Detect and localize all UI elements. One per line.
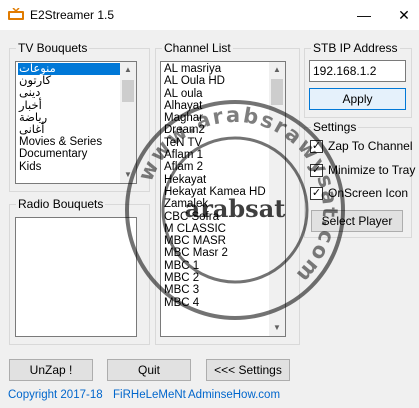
tv-bouquet-item[interactable]: رياضة xyxy=(18,112,120,124)
channel-item[interactable]: MBC 2 xyxy=(163,272,269,284)
tv-bouquet-item[interactable]: Documentary xyxy=(18,148,120,160)
channel-item[interactable]: Aflam 2 xyxy=(163,161,269,173)
channel-item[interactable]: Dream2 xyxy=(163,124,269,136)
onscreen-icon-checkbox[interactable]: ✓ OnScreen Icon xyxy=(310,186,410,202)
settings-label: Settings xyxy=(311,120,359,134)
close-button[interactable]: ✕ xyxy=(389,0,419,30)
tv-bouquet-item[interactable]: أغانى xyxy=(18,124,120,136)
channel-item[interactable]: MBC 3 xyxy=(163,284,269,296)
quit-button[interactable]: Quit xyxy=(107,359,191,381)
channel-item[interactable]: Zamalek xyxy=(163,198,269,210)
check-icon[interactable]: ✓ xyxy=(310,140,323,153)
stb-ip-label: STB IP Address xyxy=(311,41,400,55)
author-link[interactable]: FiRHeLeMeNt xyxy=(113,389,186,401)
tv-bouquet-item[interactable]: دينى xyxy=(18,87,120,99)
check-icon[interactable]: ✓ xyxy=(310,187,323,200)
channel-item[interactable]: MBC 1 xyxy=(163,260,269,272)
site-link[interactable]: AdminseHow.com xyxy=(188,389,280,401)
channel-item[interactable]: MBC MASR xyxy=(163,235,269,247)
channel-item[interactable]: Hekayat Kamea HD xyxy=(163,186,269,198)
select-player-button[interactable]: Select Player xyxy=(311,210,403,232)
tv-bouquet-item[interactable]: منوعات xyxy=(18,63,120,76)
minimize-button[interactable]: — xyxy=(349,0,379,30)
channel-item[interactable]: M CLASSIC xyxy=(163,223,269,235)
radio-bouquets-label: Radio Bouquets xyxy=(16,197,106,211)
tv-bouquets-list[interactable]: منوعات كارتون دينى أخبار رياضة أغانى Movies & … xyxy=(15,61,137,184)
minimize-to-tray-checkbox[interactable]: ✓ Minimize to Tray xyxy=(310,163,415,179)
channel-item[interactable]: Maghar xyxy=(163,112,269,124)
channel-item[interactable]: Hekayat xyxy=(163,174,269,186)
scroll-up-icon[interactable]: ▲ xyxy=(120,62,136,78)
tv-bouquets-label: TV Bouquets xyxy=(16,41,90,55)
check-icon[interactable]: ✓ xyxy=(310,164,323,177)
channel-list[interactable]: AL masriya AL Oula HD AL oula Alhayat Maghar… xyxy=(160,61,286,337)
tv-bouquet-item[interactable]: Kids xyxy=(18,161,120,173)
channel-item[interactable]: AL Oula HD xyxy=(163,75,269,87)
channel-item[interactable]: CBC Sofra xyxy=(163,211,269,223)
apply-button[interactable]: Apply xyxy=(309,88,406,110)
channel-item[interactable]: Alhayat xyxy=(163,100,269,112)
stb-ip-input[interactable]: 192.168.1.2 xyxy=(309,60,406,82)
channel-item[interactable]: TeN TV xyxy=(163,137,269,149)
channel-item[interactable]: MBC Masr 2 xyxy=(163,247,269,259)
scroll-down-icon[interactable]: ▼ xyxy=(269,320,285,336)
unzap-button[interactable]: UnZap ! xyxy=(9,359,93,381)
tv-bouquet-item[interactable]: أخبار xyxy=(18,100,120,112)
tv-bouquet-item[interactable]: كارتون xyxy=(18,75,120,87)
scroll-down-icon[interactable]: ▼ xyxy=(120,167,136,183)
zap-to-channel-checkbox[interactable]: ✓ Zap To Channel xyxy=(310,139,413,155)
radio-bouquets-list[interactable] xyxy=(15,217,137,337)
tv-bouquet-item[interactable]: Movies & Series xyxy=(18,136,120,148)
tv-bouquets-scrollbar[interactable]: ▲ ▼ xyxy=(120,62,136,183)
channel-item[interactable]: MBC 4 xyxy=(163,297,269,309)
copyright-text: Copyright 2017-18 xyxy=(8,389,103,401)
app-icon xyxy=(8,8,24,20)
channel-item[interactable]: Aflam 1 xyxy=(163,149,269,161)
channel-list-label: Channel List xyxy=(162,41,233,55)
channel-list-scrollbar[interactable]: ▲ ▼ xyxy=(269,62,285,336)
channel-item[interactable]: AL masriya xyxy=(163,63,269,75)
window-title: E2Streamer 1.5 xyxy=(30,8,115,22)
channel-item[interactable]: AL oula xyxy=(163,88,269,100)
scroll-up-icon[interactable]: ▲ xyxy=(269,62,285,78)
settings-toggle-button[interactable]: <<< Settings xyxy=(206,359,290,381)
title-bar[interactable]: E2Streamer 1.5 — ✕ xyxy=(0,0,419,30)
